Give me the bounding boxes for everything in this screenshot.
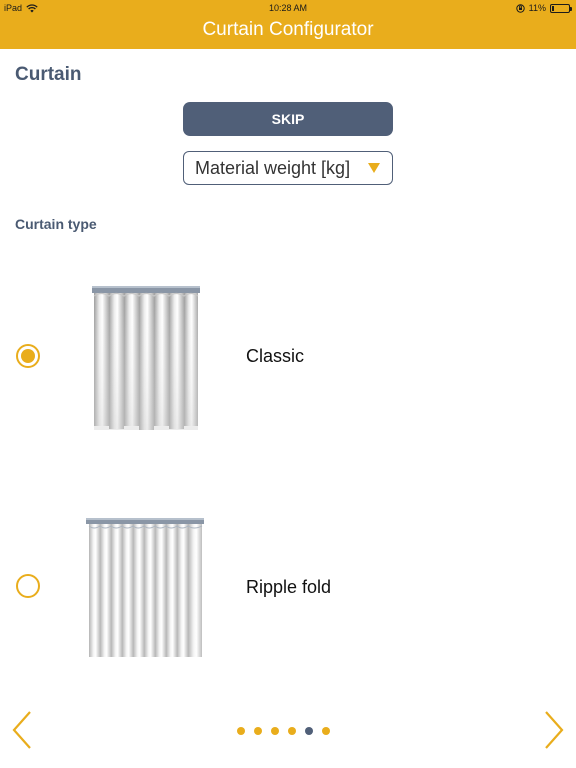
curtain-configurator-screen: iPad 10:28 AM 11% Curtain Configurator C…	[0, 0, 576, 768]
app-header: iPad 10:28 AM 11% Curtain Configurator	[0, 0, 576, 49]
radio-ripple-fold[interactable]	[16, 574, 40, 598]
clock: 10:28 AM	[268, 3, 308, 13]
dropdown-arrow-icon	[368, 163, 380, 173]
weight-unit-dropdown[interactable]: Material weight [kg]	[183, 151, 393, 185]
skip-button[interactable]: SKIP	[183, 102, 393, 136]
battery-icon	[550, 3, 572, 13]
section-title: Curtain	[15, 64, 82, 85]
radio-classic[interactable]	[16, 344, 40, 368]
page-dot-active[interactable]	[305, 727, 313, 735]
ripple-fold-curtain-image	[86, 518, 204, 657]
curtain-option-ripple-fold[interactable]: Ripple fold	[0, 514, 576, 660]
curtain-option-classic[interactable]: Classic	[0, 282, 576, 432]
previous-chevron-icon[interactable]	[8, 708, 38, 752]
curtain-type-label: Curtain type	[15, 216, 97, 232]
battery-percent: 11%	[528, 3, 546, 13]
header-title: Curtain Configurator	[202, 19, 374, 40]
page-dot[interactable]	[237, 727, 245, 735]
option-label-ripple-fold: Ripple fold	[246, 577, 332, 597]
status-bar: iPad 10:28 AM 11%	[0, 0, 576, 16]
radio-selected-dot	[21, 349, 35, 363]
page-indicator	[237, 727, 330, 735]
page-dot[interactable]	[288, 727, 296, 735]
next-chevron-icon[interactable]	[538, 708, 568, 752]
page-dot[interactable]	[322, 727, 330, 735]
page-dot[interactable]	[254, 727, 262, 735]
page-dot[interactable]	[271, 727, 279, 735]
classic-curtain-image	[92, 286, 200, 430]
dropdown-value: Material weight [kg]	[195, 157, 351, 178]
option-label-classic: Classic	[246, 346, 305, 366]
orientation-lock-icon	[515, 3, 525, 13]
